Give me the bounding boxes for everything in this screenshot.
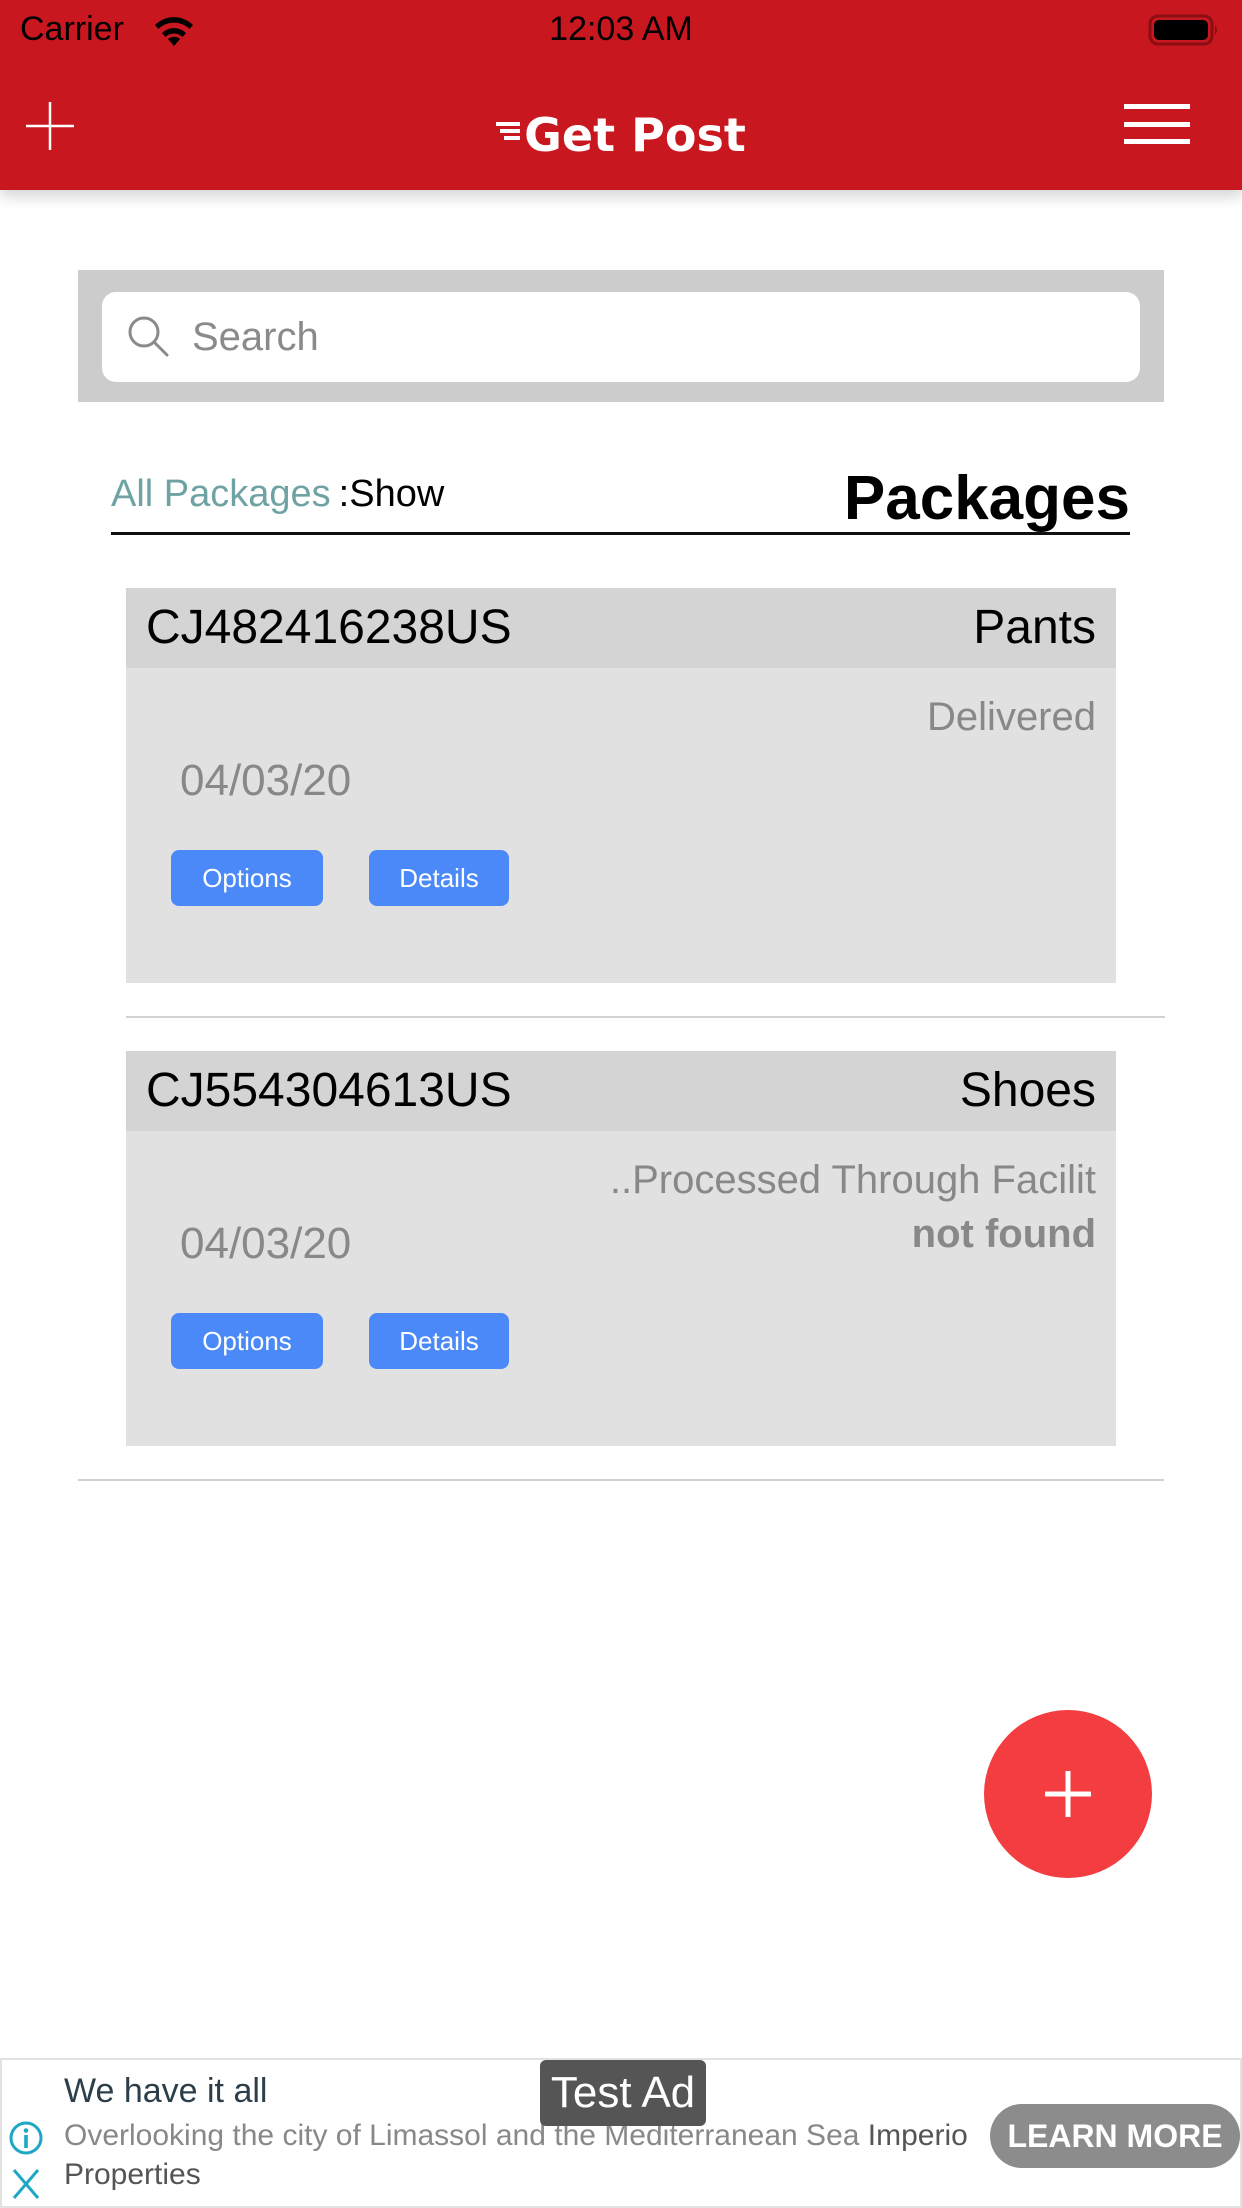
package-name: Shoes bbox=[959, 1064, 1096, 1117]
app-logo: Get Post bbox=[0, 108, 1242, 162]
search-field[interactable] bbox=[102, 292, 1140, 382]
speed-lines-icon bbox=[496, 122, 521, 140]
logo-text: Get Post bbox=[524, 108, 746, 162]
test-ad-badge: Test Ad bbox=[540, 2060, 706, 2126]
package-card-header: CJ482416238US Pants bbox=[126, 588, 1116, 668]
package-date: 04/03/20 bbox=[180, 756, 352, 805]
search-bar-container bbox=[78, 270, 1164, 402]
learn-more-button[interactable]: LEARN MORE bbox=[990, 2104, 1240, 2168]
ad-title: We have it all bbox=[64, 2072, 268, 2110]
tracking-number: CJ554304613US bbox=[146, 1064, 512, 1117]
options-button[interactable]: Options bbox=[171, 850, 323, 906]
filter-all-packages-link[interactable]: All Packages bbox=[111, 473, 331, 515]
options-button[interactable]: Options bbox=[171, 1313, 323, 1369]
filter-selector: All Packages:Show bbox=[111, 473, 444, 516]
app-header: Carrier 12:03 AM Get Post bbox=[0, 0, 1242, 190]
package-status: Delivered bbox=[927, 690, 1096, 744]
ad-body: Overlooking the city of Limassol and the… bbox=[64, 2116, 984, 2194]
package-card[interactable]: CJ554304613US Shoes ..Processed Through … bbox=[126, 1051, 1116, 1446]
package-card-header: CJ554304613US Shoes bbox=[126, 1051, 1116, 1131]
tracking-number: CJ482416238US bbox=[146, 601, 512, 654]
add-package-fab[interactable] bbox=[984, 1710, 1152, 1878]
battery-icon bbox=[1148, 14, 1217, 46]
plus-icon bbox=[1045, 1771, 1091, 1817]
details-button[interactable]: Details bbox=[369, 1313, 509, 1369]
info-icon[interactable] bbox=[8, 2120, 44, 2156]
package-date: 04/03/20 bbox=[180, 1219, 352, 1268]
divider bbox=[126, 1016, 1165, 1018]
clock: 12:03 AM bbox=[549, 10, 693, 48]
page-title: Packages bbox=[843, 464, 1130, 533]
search-icon bbox=[128, 316, 169, 357]
hamburger-menu-icon[interactable] bbox=[1124, 102, 1190, 146]
search-input[interactable] bbox=[192, 314, 1092, 360]
filter-show-label: :Show bbox=[338, 473, 445, 515]
details-button[interactable]: Details bbox=[369, 850, 509, 906]
filter-row: All Packages:Show Packages bbox=[111, 455, 1130, 535]
package-status: ..Processed Through Facilit not found bbox=[610, 1153, 1096, 1261]
status-bar: Carrier 12:03 AM bbox=[0, 0, 1242, 60]
divider bbox=[78, 1479, 1164, 1481]
package-card[interactable]: CJ482416238US Pants Delivered 04/03/20 O… bbox=[126, 588, 1116, 983]
package-status-text: Delivered bbox=[927, 695, 1096, 739]
close-icon[interactable] bbox=[10, 2168, 42, 2200]
package-name: Pants bbox=[973, 601, 1096, 654]
package-status-text: ..Processed Through Facilit bbox=[609, 1158, 1096, 1202]
ad-banner[interactable]: We have it all Overlooking the city of L… bbox=[0, 2058, 1242, 2208]
package-status-detail: not found bbox=[911, 1212, 1096, 1256]
ad-body-text: Overlooking the city of Limassol and the… bbox=[64, 2119, 860, 2152]
